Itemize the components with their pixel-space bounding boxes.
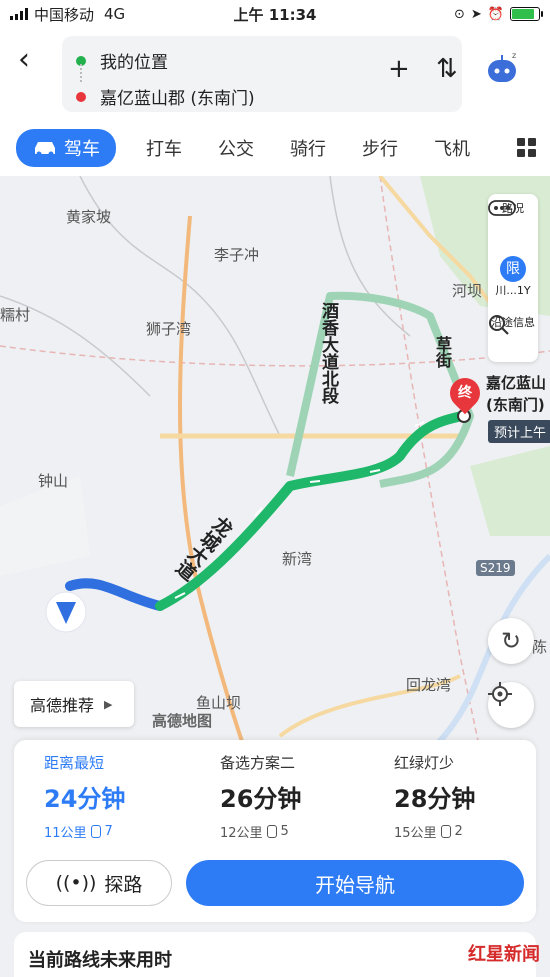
traffic-light-icon: [266, 825, 277, 838]
plan-label: 距离最短: [44, 754, 105, 772]
route-connector: [80, 64, 82, 82]
traffic-toggle[interactable]: 路况: [488, 200, 538, 216]
route-plans-card: 距离最短 24分钟 11公里 7 备选方案二 26分钟 12公里 5 红绿灯少 …: [14, 740, 536, 922]
add-waypoint-icon[interactable]: +: [388, 54, 410, 84]
tab-taxi[interactable]: 打车: [146, 135, 182, 161]
status-bar: 中国移动 4G 上午 11:34 ⊙ ➤ ⏰: [0, 0, 550, 28]
svg-text:z: z: [512, 51, 516, 60]
plan-option-2[interactable]: 备选方案二 26分钟 12公里 5: [220, 752, 394, 841]
transport-tabs: 驾车 打车 公交 骑行 步行 飞机: [0, 120, 550, 176]
plan-label: 红绿灯少: [394, 754, 455, 772]
plan-lights: 5: [280, 824, 289, 839]
place-label-xinwan: 新湾: [282, 550, 313, 568]
network-type: 4G: [104, 5, 126, 23]
destination-map-label-line2: (东南门): [486, 396, 545, 414]
origin-label: 我的位置: [100, 53, 168, 73]
destination-field[interactable]: 嘉亿蓝山郡 (东南门): [76, 84, 255, 109]
traffic-limit-button[interactable]: 限 川...1Y: [488, 256, 538, 298]
plan-duration: 28分钟: [394, 785, 476, 813]
tab-bike[interactable]: 骑行: [290, 135, 326, 161]
location-arrow-icon: ➤: [470, 6, 482, 22]
map-side-panel: 路况 限 川...1Y 沿途信息: [488, 194, 538, 362]
tab-drive-label: 驾车: [64, 139, 100, 160]
place-label-huilongwan: 回龙湾: [406, 676, 452, 694]
highway-badge: S219: [476, 560, 515, 576]
route-header: ‹ 我的位置 嘉亿蓝山郡 (东南门) + ⇅ z: [0, 28, 550, 120]
tab-drive[interactable]: 驾车: [16, 129, 116, 167]
plan-option-1[interactable]: 距离最短 24分钟 11公里 7: [44, 752, 218, 841]
plan-meta: 12公里 5: [220, 822, 394, 841]
destination-label: 嘉亿蓝山郡 (东南门): [100, 89, 255, 109]
origin-field[interactable]: 我的位置: [76, 48, 168, 73]
swap-route-icon[interactable]: ⇅: [436, 54, 458, 84]
traffic-light-icon: [90, 825, 101, 838]
lock-rotation-icon: ⊙: [454, 6, 465, 22]
signal-icon: [10, 8, 28, 20]
plan-meta: 15公里 2: [394, 822, 550, 841]
destination-pin[interactable]: 终: [443, 371, 487, 415]
tab-transit[interactable]: 公交: [218, 135, 254, 161]
destination-dot-icon: [76, 91, 86, 102]
plan-distance: 12公里: [220, 826, 263, 841]
explore-button[interactable]: ((•)) 探路: [26, 860, 172, 906]
place-label-huangjiapo: 黄家坡: [66, 208, 112, 226]
amap-logo: 高德地图: [152, 712, 213, 730]
play-arrow-icon: ▶: [104, 697, 113, 711]
future-time-title: 当前路线未来用时: [28, 950, 172, 971]
destination-map-label: 嘉亿蓝山 (东南门): [486, 372, 546, 416]
alarm-icon: ⏰: [487, 6, 504, 22]
traffic-icon: [488, 200, 516, 216]
road-label-caojie: 草街: [433, 336, 452, 368]
plan-label: 备选方案二: [220, 754, 296, 772]
place-label-chen: 陈: [532, 638, 548, 656]
carrier-name: 中国移动: [34, 5, 95, 24]
tab-flight[interactable]: 飞机: [434, 135, 470, 161]
amap-recommend-button[interactable]: 高德推荐 ▶: [14, 681, 134, 727]
destination-map-label-line1: 嘉亿蓝山: [486, 374, 547, 392]
search-icon: [489, 315, 509, 335]
place-label-nuocun: 糯村: [0, 306, 31, 324]
plan-lights: 7: [104, 824, 113, 839]
tab-walk[interactable]: 步行: [362, 135, 398, 161]
map-view[interactable]: 黄家坡 李子冲 狮子湾 河坝 钟山 新湾 鱼山坝 回龙湾 陈 糯村 酒香大道北段…: [0, 176, 550, 750]
explore-radar-icon: ((•)): [55, 872, 97, 894]
more-grid-icon[interactable]: [517, 138, 536, 157]
refresh-icon: ↻: [500, 627, 522, 655]
plan-distance: 15公里: [394, 826, 437, 841]
place-label-heba: 河坝: [452, 282, 483, 300]
battery-icon: [510, 7, 543, 21]
locate-button[interactable]: [488, 682, 534, 728]
limit-icon: 限: [500, 256, 526, 282]
plan-lights: 2: [454, 824, 463, 839]
watermark-logo: 红星新闻: [468, 944, 540, 965]
place-label-liziichong: 李子冲: [214, 246, 260, 264]
plan-distance: 11公里: [44, 826, 87, 841]
refresh-button[interactable]: ↻: [488, 618, 534, 664]
map-canvas: [0, 176, 550, 750]
eta-tag: 预计上午: [488, 420, 550, 443]
future-time-section: 当前路线未来用时: [14, 932, 536, 977]
start-navigation-button[interactable]: 开始导航: [186, 860, 524, 906]
limit-label: 川...1Y: [495, 284, 531, 297]
along-route-button[interactable]: 沿途信息: [488, 314, 538, 335]
traffic-light-icon: [440, 825, 451, 838]
plan-duration: 24分钟: [44, 785, 126, 813]
destination-pin-label: 终: [458, 385, 472, 401]
plan-option-3[interactable]: 红绿灯少 28分钟 15公里 2: [394, 752, 550, 841]
explore-label: 探路: [104, 873, 143, 896]
plan-duration: 26分钟: [220, 785, 302, 813]
recommend-label: 高德推荐: [30, 696, 95, 715]
plan-meta: 11公里 7: [44, 822, 218, 841]
crosshair-icon: [488, 682, 512, 706]
place-label-zhongshan: 钟山: [38, 472, 69, 490]
car-icon: [35, 142, 55, 157]
back-chevron-icon[interactable]: ‹: [18, 42, 30, 77]
clock: 上午 11:34: [233, 5, 317, 24]
road-label-jiuxiang: 酒香大道北段: [318, 302, 338, 404]
assistant-robot-icon[interactable]: z: [484, 50, 520, 93]
place-label-shiziwan: 狮子湾: [146, 320, 192, 338]
